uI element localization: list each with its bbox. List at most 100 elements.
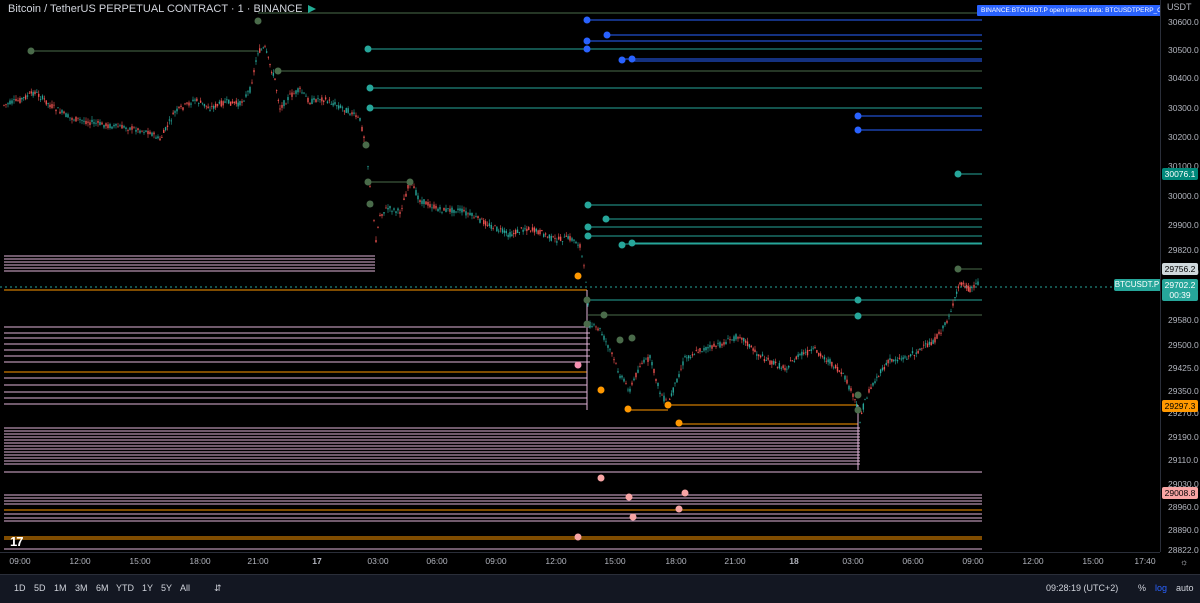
range-button-all[interactable]: All [180,583,190,593]
candle-body [868,389,870,393]
candle-body [30,91,32,94]
candle-body [707,347,709,349]
range-button-1m[interactable]: 1M [54,583,67,593]
candle-body [211,106,213,107]
price-chart-plot[interactable] [0,0,1160,552]
candle-body [810,349,812,351]
candle-body [63,111,65,114]
candle-body [842,373,844,374]
log-toggle[interactable]: log [1155,583,1167,593]
candle-body [558,236,560,240]
candle-body [883,366,886,370]
settings-gear-icon[interactable]: ☼ [1180,557,1188,567]
candle-body [349,113,351,115]
price-tick-label: 30300.0 [1168,103,1199,113]
candle-body [621,375,623,378]
candle-body [569,236,571,241]
candle-body [744,340,747,343]
range-button-5y[interactable]: 5Y [161,583,172,593]
candle-body [643,359,645,363]
time-tick-label: 06:00 [426,556,448,566]
symbol-legend[interactable]: Bitcoin / TetherUS PERPETUAL CONTRACT · … [8,3,317,15]
chart-window[interactable]: Bitcoin / TetherUS PERPETUAL CONTRACT · … [0,0,1200,603]
candle-body [938,331,940,334]
level-marker-dot [854,296,862,304]
range-button-1y[interactable]: 1Y [142,583,153,593]
level-marker-dot [854,126,862,134]
candle-body [83,120,85,122]
candle-body [395,211,397,213]
candle-body [245,94,247,97]
candle-body [184,103,186,105]
candle-body [429,204,431,208]
candle-body [494,225,496,227]
currency-label[interactable]: USDT [1167,2,1192,12]
auto-toggle[interactable]: auto [1176,583,1194,593]
range-button-ytd[interactable]: YTD [116,583,134,593]
candle-body [155,137,157,139]
level-marker-dot [362,141,370,149]
candle-body [541,230,543,232]
candle-body [249,87,251,93]
candle-body [119,125,121,127]
candle-body [338,105,340,109]
candle-body [955,291,958,294]
candle-body [435,205,437,209]
percent-toggle[interactable]: % [1138,583,1146,593]
level-marker-dot [618,241,626,249]
candle-body [825,360,827,362]
candle-body [748,344,751,348]
candle-body [437,208,439,212]
level-marker-dot [583,37,591,45]
candle-body [198,103,200,104]
candle-body [565,235,567,237]
level-marker-dot [628,334,636,342]
candle-body [699,348,701,352]
candle-body [629,388,631,392]
candle-body [105,123,107,127]
candle-body [550,235,552,241]
candle-body [554,238,556,239]
candle-body [289,93,291,95]
candle-body [928,341,931,345]
candle-body [860,412,863,414]
candle-body [139,130,141,133]
candle-body [135,129,137,132]
candle-body [61,110,63,113]
candle-body [891,359,893,362]
candle-body [26,95,29,97]
candle-body [113,124,115,127]
candle-body [133,127,135,129]
time-tick-label: 17 [312,556,322,566]
range-button-1d[interactable]: 1D [14,583,26,593]
candle-body [900,358,902,360]
candle-body [789,360,792,362]
open-interest-indicator-badge[interactable]: BINANCE:BTCUSDT.P open interest data: BT… [977,5,1169,16]
candle-body [599,328,601,329]
level-marker-dot [954,265,962,273]
candle-body [125,127,127,129]
candle-body [924,343,927,345]
flag-icon[interactable] [308,5,317,14]
candle-body [876,376,878,378]
range-button-5d[interactable]: 5D [34,583,46,593]
candle-body [709,344,711,348]
date-range-icon[interactable]: ⇵ [214,583,222,594]
tradingview-logo[interactable]: 17 [10,534,24,549]
level-marker-dot [675,419,683,427]
candle-body [866,397,868,399]
candle-body [934,337,936,343]
candle-body [672,387,674,393]
candle-body [7,103,9,105]
time-tick-label: 12:00 [545,556,567,566]
candle-body [579,244,581,248]
candle-body [332,103,334,106]
candle-body [339,105,342,108]
range-button-3m[interactable]: 3M [75,583,88,593]
range-button-6m[interactable]: 6M [96,583,109,593]
price-badge: 29756.2 [1162,263,1198,275]
time-axis[interactable] [0,552,1160,575]
candle-body [948,315,950,317]
candle-body [367,166,369,167]
price-tick-label: 28822.0 [1168,545,1199,555]
